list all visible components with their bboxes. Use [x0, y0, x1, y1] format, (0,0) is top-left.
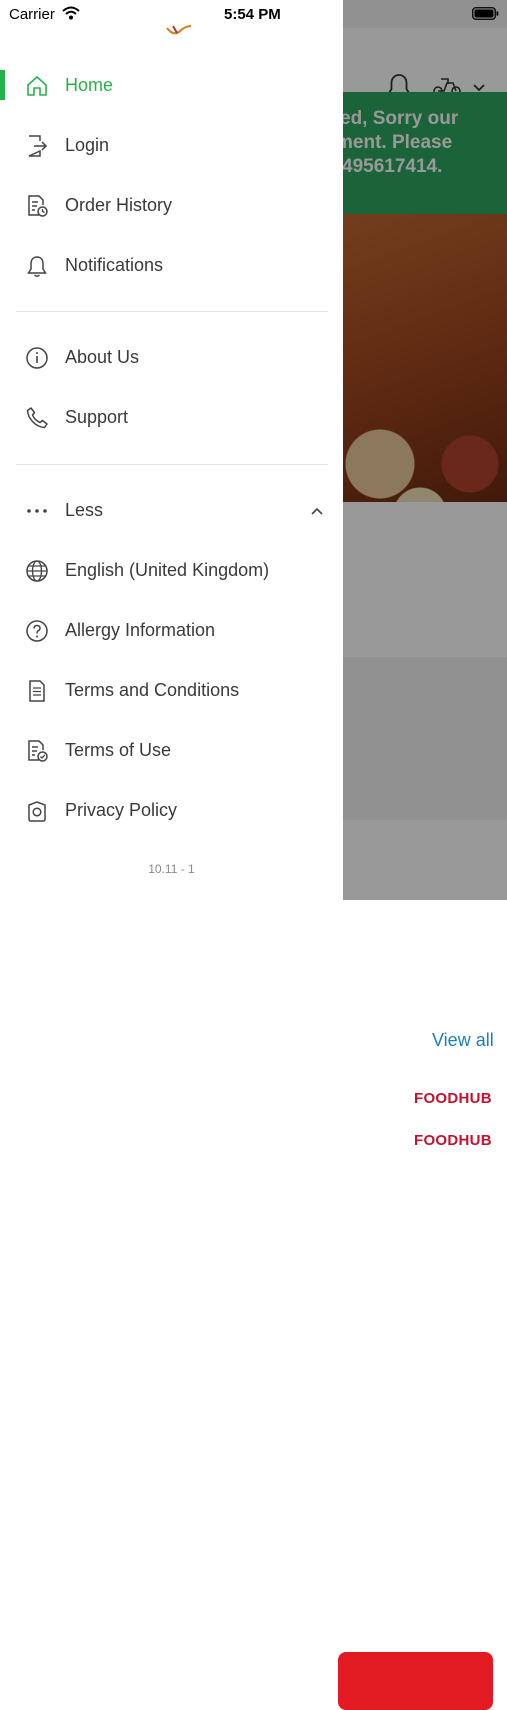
menu-item-label: Order History: [65, 195, 173, 215]
menu-item-label: English (United Kingdom): [65, 560, 270, 580]
menu-item-terms-of-use[interactable]: Terms of Use: [0, 725, 343, 777]
home-icon: [27, 76, 47, 96]
menu-item-label: Home: [65, 75, 114, 95]
menu-item-label: Allergy Information: [65, 620, 216, 640]
question-icon: [26, 620, 48, 642]
menu-item-label: Terms and Conditions: [65, 680, 240, 700]
clock: 5:54 PM: [224, 6, 281, 23]
divider: [16, 464, 328, 465]
menu-item-label: Support: [65, 407, 129, 427]
document-check-icon: [28, 740, 48, 762]
battery-icon: [472, 7, 499, 20]
status-bar: Carrier 5:54 PM: [0, 0, 507, 28]
menu-item-label: Login: [65, 135, 110, 155]
foodhub-logo: FOODHUB: [414, 1090, 492, 1107]
menu-item-label: About Us: [65, 347, 140, 367]
foodhub-logo: FOODHUB: [414, 1132, 492, 1149]
menu-item-allergy-information[interactable]: Allergy Information: [0, 605, 343, 657]
menu-item-privacy-policy[interactable]: Privacy Policy: [0, 785, 343, 837]
globe-icon: [26, 560, 48, 582]
menu-item-notifications[interactable]: Notifications: [0, 240, 343, 292]
less-label: Less: [65, 500, 104, 520]
phone-icon: [26, 407, 48, 429]
menu-item-language[interactable]: English (United Kingdom): [0, 545, 343, 597]
checkout-button[interactable]: [338, 1652, 493, 1710]
info-icon: [26, 347, 48, 369]
menu-item-label: Privacy Policy: [65, 800, 178, 820]
bell-icon: [27, 256, 47, 277]
menu-item-home[interactable]: Home: [0, 60, 343, 112]
menu-item-support[interactable]: Support: [0, 392, 343, 444]
menu-item-terms-and-conditions[interactable]: Terms and Conditions: [0, 665, 343, 717]
view-all-link[interactable]: View all: [432, 1030, 494, 1051]
wifi-icon: [62, 6, 80, 20]
app-version: 10.11 - 1: [148, 862, 195, 876]
carrier-label: Carrier: [9, 6, 55, 23]
login-icon: [28, 135, 48, 157]
document-icon: [29, 680, 45, 702]
menu-item-login[interactable]: Login: [0, 120, 343, 172]
menu-item-order-history[interactable]: Order History: [0, 180, 343, 232]
chevron-up-icon: [311, 507, 323, 515]
menu-item-label: Notifications: [65, 255, 164, 275]
navigation-drawer: Home Login Order History Notifications A…: [0, 0, 343, 900]
menu-item-about-us[interactable]: About Us: [0, 332, 343, 384]
less-toggle[interactable]: Less: [0, 485, 343, 537]
more-dots-icon: [27, 509, 47, 513]
order-history-icon: [28, 195, 48, 217]
privacy-icon: [28, 801, 46, 822]
menu-item-label: Terms of Use: [65, 740, 172, 760]
divider: [16, 311, 328, 312]
